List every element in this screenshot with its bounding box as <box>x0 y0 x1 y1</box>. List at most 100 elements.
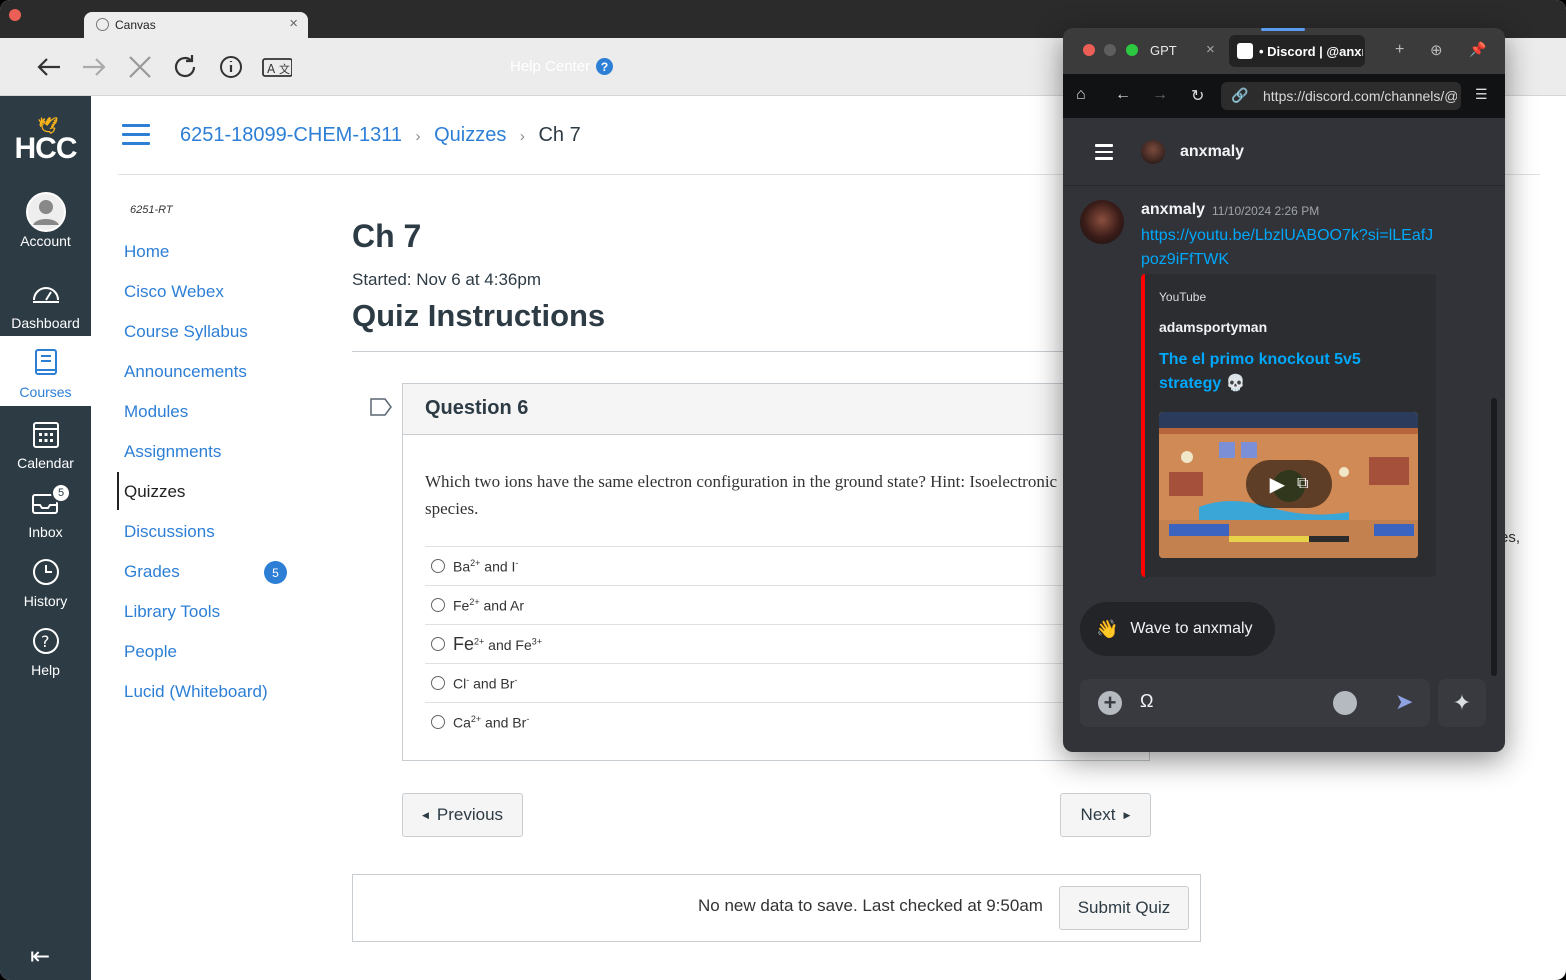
back-icon[interactable] <box>34 52 64 82</box>
forward-icon[interactable]: → <box>1152 86 1168 104</box>
reload-icon[interactable]: ↻ <box>1191 86 1204 106</box>
info-icon[interactable] <box>216 52 246 82</box>
discord-address-field[interactable]: 🔗 https://discord.com/channels/@me <box>1221 82 1461 110</box>
course-nav-announcements[interactable]: Announcements <box>124 362 247 382</box>
globe-icon <box>96 18 109 31</box>
browser-tab-canvas[interactable]: Canvas × <box>84 12 308 40</box>
discord-window: GPT × • Discord | @anxmaly + ⊕ 📌 ⌂ ← → ↻… <box>1063 28 1505 752</box>
course-nav-syllabus[interactable]: Course Syllabus <box>124 322 248 342</box>
submit-quiz-button[interactable]: Submit Quiz <box>1059 886 1189 930</box>
answer-option[interactable]: Cl- and Br- <box>425 663 1125 702</box>
tab-gpt[interactable]: GPT <box>1150 43 1177 58</box>
answer-radio[interactable] <box>431 559 445 573</box>
help-center-link[interactable]: Help Center ? <box>510 58 614 75</box>
message-input[interactable]: + Ω ➤ <box>1080 679 1430 727</box>
window-minimize-dot[interactable] <box>1104 44 1116 56</box>
question-header: Question 6 <box>403 384 1149 435</box>
forward-icon[interactable] <box>79 52 109 82</box>
message-input-value[interactable]: Ω <box>1140 691 1153 712</box>
gnav-inbox[interactable]: 5 Inbox <box>0 483 91 551</box>
window-close-dot[interactable] <box>1083 44 1095 56</box>
discord-tabstrip: GPT × • Discord | @anxmaly + ⊕ 📌 <box>1063 28 1505 74</box>
answer-radio[interactable] <box>431 715 445 729</box>
answer-radio[interactable] <box>431 676 445 690</box>
help-question-icon: ? <box>596 58 614 75</box>
gnav-courses[interactable]: Courses <box>0 336 91 406</box>
grades-badge: 5 <box>264 561 287 584</box>
emoji-picker-icon[interactable] <box>1333 691 1357 715</box>
calendar-icon <box>26 414 66 454</box>
tab-discord[interactable]: • Discord | @anxmaly <box>1229 35 1365 67</box>
embed-author[interactable]: adamsportyman <box>1159 319 1267 335</box>
breadcrumb-course[interactable]: 6251-18099-CHEM-1311 <box>180 124 402 146</box>
breadcrumb-separator: › <box>415 128 421 145</box>
flag-question-icon[interactable] <box>370 398 392 416</box>
home-icon[interactable]: ⌂ <box>1076 86 1086 104</box>
course-nav-people[interactable]: People <box>124 642 177 662</box>
discord-menu-icon[interactable] <box>1095 144 1113 164</box>
translate-icon[interactable]: A文 <box>262 52 293 82</box>
answer-option[interactable]: Fe2+ and Ar <box>425 585 1125 624</box>
gnav-calendar[interactable]: Calendar <box>0 414 91 482</box>
course-nav-library-tools[interactable]: Library Tools <box>124 602 220 622</box>
window-close-dot[interactable] <box>9 9 21 21</box>
next-button[interactable]: Next ▶ <box>1060 793 1151 837</box>
play-button[interactable]: ▶ ⧉ <box>1246 460 1332 508</box>
question-text: Which two ions have the same electron co… <box>425 468 1125 522</box>
tab-close-icon[interactable]: × <box>1206 41 1215 58</box>
popout-icon[interactable]: ⧉ <box>1297 475 1308 493</box>
embed-title[interactable]: The el primo knockout 5v5 strategy 💀 <box>1159 348 1399 396</box>
chat-scrollbar[interactable] <box>1491 398 1497 676</box>
message-author[interactable]: anxmaly <box>1141 201 1205 219</box>
avatar[interactable] <box>1141 140 1165 164</box>
course-nav-home[interactable]: Home <box>124 242 169 262</box>
apps-icon[interactable]: ✦ <box>1438 679 1486 727</box>
breadcrumb-quizzes[interactable]: Quizzes <box>434 124 506 146</box>
hcc-logo[interactable]: 🕊 HCC <box>0 110 91 170</box>
submit-quiz-label: Submit Quiz <box>1077 898 1171 917</box>
window-zoom-dot[interactable] <box>1126 44 1138 56</box>
message-avatar[interactable] <box>1080 200 1124 244</box>
answer-label: Ba2+ and I- <box>453 557 519 575</box>
course-nav-assignments[interactable]: Assignments <box>124 442 221 462</box>
course-nav-grades[interactable]: Grades <box>124 562 180 582</box>
answer-radio[interactable] <box>431 598 445 612</box>
course-menu-toggle[interactable] <box>122 124 150 148</box>
previous-button[interactable]: ◀ Previous <box>402 793 523 837</box>
gnav-history[interactable]: History <box>0 552 91 620</box>
question-card: Question 6 Which two ions have the same … <box>402 383 1150 761</box>
video-thumbnail[interactable]: ▶ ⧉ <box>1159 412 1418 558</box>
course-nav-quizzes[interactable]: Quizzes <box>124 482 185 502</box>
send-icon[interactable]: ➤ <box>1395 689 1413 715</box>
message-link[interactable]: https://youtu.be/LbzlUABOO7k?si=lLEafJpo… <box>1141 224 1441 272</box>
back-icon[interactable]: ← <box>1115 86 1131 104</box>
pin-icon[interactable]: 📌 <box>1469 41 1486 58</box>
stop-icon[interactable] <box>125 52 155 82</box>
answer-option[interactable]: Ba2+ and I- <box>425 546 1125 585</box>
course-nav-lucid[interactable]: Lucid (Whiteboard) <box>124 682 268 702</box>
tab-title: Canvas <box>115 18 156 32</box>
gnav-dashboard[interactable]: Dashboard <box>0 274 91 342</box>
skull-emoji-icon: 💀 <box>1225 375 1246 392</box>
gnav-dashboard-label: Dashboard <box>11 315 80 331</box>
wave-button[interactable]: 👋 Wave to anxmaly <box>1080 602 1275 656</box>
answer-list: Ba2+ and I- Fe2+ and Ar Fe2+ and Fe3+ Cl… <box>425 546 1125 741</box>
logo-text: HCC <box>14 132 78 165</box>
new-tab-icon[interactable]: + <box>1395 41 1404 59</box>
caret-left-icon: ◀ <box>421 809 429 820</box>
answer-option[interactable]: Fe2+ and Fe3+ <box>425 624 1125 663</box>
tab-close-icon[interactable]: × <box>289 15 298 32</box>
collapse-nav-icon[interactable]: ⇤ <box>30 942 50 971</box>
upload-circle-icon[interactable]: ⊕ <box>1430 41 1443 59</box>
add-attachment-icon[interactable]: + <box>1098 690 1122 715</box>
course-nav-discussions[interactable]: Discussions <box>124 522 215 542</box>
answer-option[interactable]: Ca2+ and Br- <box>425 702 1125 741</box>
reload-icon[interactable] <box>170 52 200 82</box>
course-nav-modules[interactable]: Modules <box>124 402 188 422</box>
dashboard-gauge-icon <box>26 274 66 314</box>
answer-radio[interactable] <box>431 637 445 651</box>
gnav-account[interactable]: Account <box>0 192 91 260</box>
gnav-help[interactable]: ? Help <box>0 621 91 689</box>
course-nav-cisco-webex[interactable]: Cisco Webex <box>124 282 224 302</box>
settings-sliders-icon[interactable]: ☰ <box>1475 86 1488 103</box>
